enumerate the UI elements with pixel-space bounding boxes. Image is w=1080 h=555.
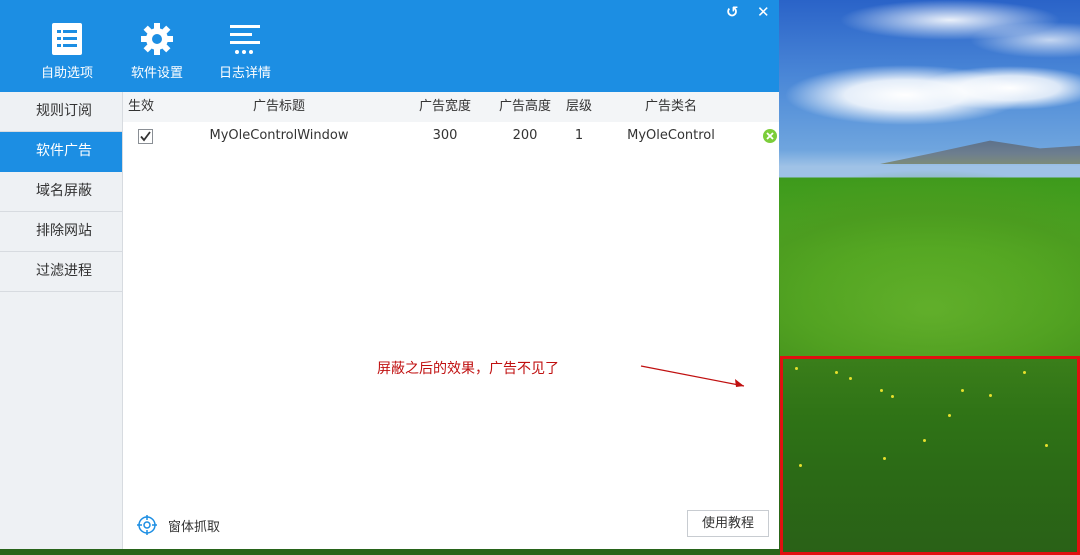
title-bar: 自助选项 软件设置 日志详情 ↺ ✕ <box>0 0 779 92</box>
main-content: 生效 广告标题 广告宽度 广告高度 层级 广告类名 MyOleControlWi… <box>123 92 779 549</box>
sidebar-item-label: 域名屏蔽 <box>36 183 92 199</box>
sidebar: 规则订阅 软件广告 域名屏蔽 排除网站 过滤进程 <box>0 92 123 549</box>
highlighted-ad-area <box>780 356 1080 555</box>
header-ad-class: 广告类名 <box>644 99 697 114</box>
checkmark-icon <box>140 131 151 142</box>
sidebar-item-exclude-sites[interactable]: 排除网站 <box>0 212 122 252</box>
app-window: 自助选项 软件设置 日志详情 ↺ ✕ 规则订阅 软件广告 域名屏蔽 排除网站 过… <box>0 0 779 549</box>
log-details-label: 日志详情 <box>218 66 271 81</box>
sidebar-item-label: 规则订阅 <box>36 103 92 119</box>
log-lines-icon <box>205 22 285 56</box>
window-grab-label[interactable]: 窗体抓取 <box>168 516 220 535</box>
sidebar-item-domain-block[interactable]: 域名屏蔽 <box>0 172 122 212</box>
cell-ad-title: MyOleControlWindow <box>209 128 349 143</box>
annotation-arrow <box>640 365 745 387</box>
window-grab-icon[interactable] <box>137 515 157 539</box>
enabled-checkbox[interactable] <box>138 129 153 144</box>
header-enabled: 生效 <box>127 99 154 114</box>
self-service-options-label: 自助选项 <box>40 66 93 81</box>
sidebar-item-label: 排除网站 <box>36 223 92 239</box>
restore-icon[interactable]: ↺ <box>726 3 739 21</box>
remove-row-icon[interactable] <box>763 129 777 143</box>
close-icon[interactable]: ✕ <box>757 3 770 21</box>
header-layer: 层级 <box>565 99 592 114</box>
gear-icon <box>117 22 197 56</box>
software-settings-button[interactable]: 软件设置 <box>117 22 197 82</box>
sidebar-item-label: 软件广告 <box>36 143 92 159</box>
header-ad-width: 广告宽度 <box>418 99 471 114</box>
sidebar-item-label: 过滤进程 <box>36 263 92 279</box>
self-service-options-button[interactable]: 自助选项 <box>27 22 107 82</box>
annotation-note: 屏蔽之后的效果，广告不见了 <box>377 361 559 377</box>
green-hill <box>780 150 1080 360</box>
header-ad-title: 广告标题 <box>252 99 305 114</box>
cell-ad-width: 300 <box>432 128 458 143</box>
sidebar-item-software-ads[interactable]: 软件广告 <box>0 132 122 172</box>
cell-layer: 1 <box>574 128 584 143</box>
log-details-button[interactable]: 日志详情 <box>205 22 285 82</box>
cell-ad-class: MyOleControl <box>627 128 715 143</box>
tutorial-button[interactable]: 使用教程 <box>687 510 769 537</box>
sidebar-item-filter-process[interactable]: 过滤进程 <box>0 252 122 292</box>
table-row[interactable]: MyOleControlWindow 300 200 1 MyOleContro… <box>123 122 779 150</box>
header-ad-height: 广告高度 <box>498 99 551 114</box>
list-check-icon <box>27 22 107 56</box>
cell-ad-height: 200 <box>512 128 538 143</box>
sidebar-item-rule-subscription[interactable]: 规则订阅 <box>0 92 122 132</box>
software-settings-label: 软件设置 <box>130 66 183 81</box>
table-header: 生效 广告标题 广告宽度 广告高度 层级 广告类名 <box>123 92 779 122</box>
